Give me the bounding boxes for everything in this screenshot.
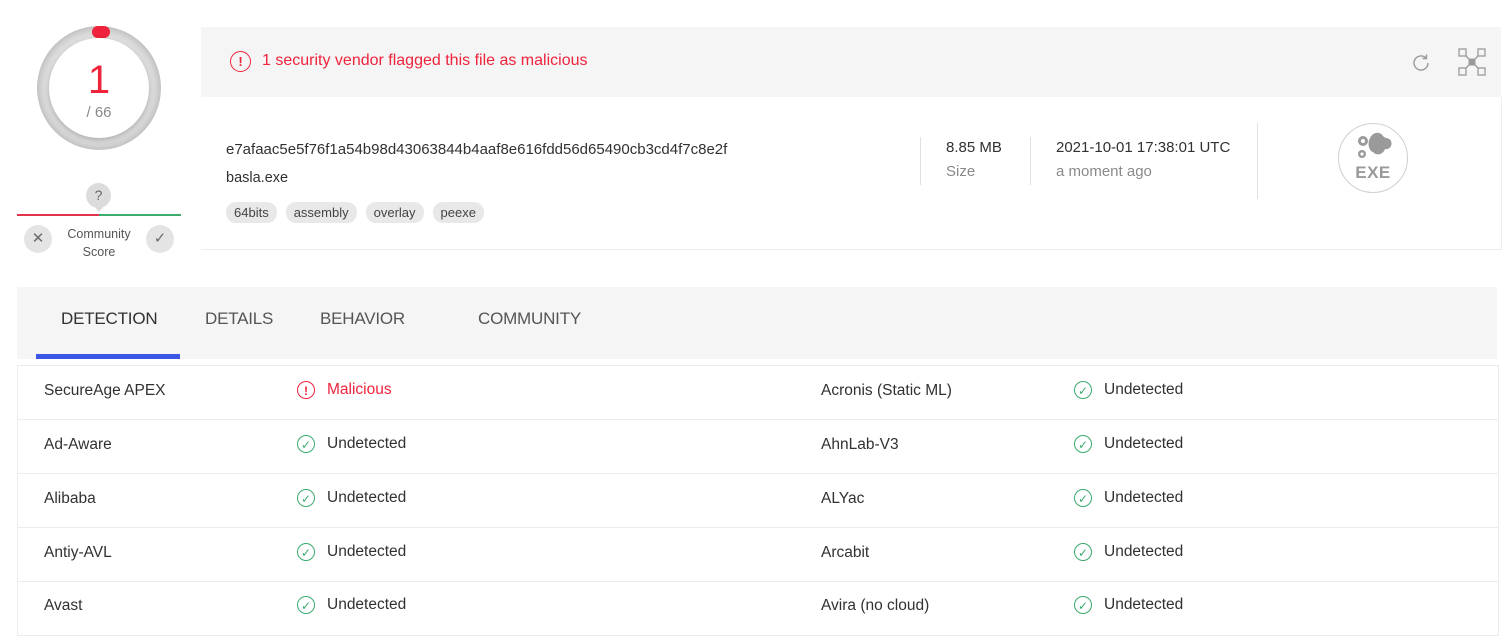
result-label: Undetected xyxy=(327,543,407,560)
result-label: Undetected xyxy=(1104,543,1184,560)
result-label: Malicious xyxy=(327,381,392,398)
file-size-label: Size xyxy=(946,163,976,180)
detection-result: ✓ Undetected xyxy=(297,435,406,453)
result-label: Undetected xyxy=(327,435,407,452)
detection-result: ✓ Undetected xyxy=(1074,435,1183,453)
gears-icon xyxy=(1358,132,1392,158)
check-circle-icon: ✓ xyxy=(297,596,315,614)
result-label: Undetected xyxy=(327,489,407,506)
detection-result: ! Malicious xyxy=(297,381,392,399)
detection-result: ✓ Undetected xyxy=(297,489,406,507)
file-info-card: e7afaac5e5f76f1a54b98d43063844b4aaf8e616… xyxy=(201,97,1502,250)
result-label: Undetected xyxy=(1104,435,1184,452)
check-circle-icon: ✓ xyxy=(1074,543,1092,561)
check-circle-icon: ✓ xyxy=(297,489,315,507)
active-tab-indicator xyxy=(36,354,180,359)
vote-malicious-button[interactable]: ✕ xyxy=(24,225,52,253)
file-type-badge: EXE xyxy=(1338,123,1408,193)
alert-circle-icon: ! xyxy=(297,381,315,399)
tab-community[interactable]: COMMUNITY xyxy=(478,309,581,329)
check-circle-icon: ✓ xyxy=(1074,489,1092,507)
divider xyxy=(1257,123,1258,199)
divider xyxy=(920,137,921,185)
check-circle-icon: ✓ xyxy=(297,543,315,561)
reload-icon[interactable] xyxy=(1408,50,1434,76)
vendor-name[interactable]: SecureAge APEX xyxy=(44,382,166,400)
vendor-name[interactable]: Arcabit xyxy=(821,544,869,562)
result-label: Undetected xyxy=(1104,381,1184,398)
vendor-name[interactable]: Antiy-AVL xyxy=(44,544,112,562)
vendor-name[interactable]: Acronis (Static ML) xyxy=(821,382,952,400)
vendor-name[interactable]: AhnLab-V3 xyxy=(821,436,899,454)
file-hash[interactable]: e7afaac5e5f76f1a54b98d43063844b4aaf8e616… xyxy=(226,141,727,158)
result-label: Undetected xyxy=(1104,489,1184,506)
result-label: Undetected xyxy=(1104,596,1184,613)
detection-score-gauge: 1 / 66 xyxy=(37,26,161,150)
community-score-help-icon[interactable]: ? xyxy=(86,183,111,208)
vendor-name[interactable]: Avira (no cloud) xyxy=(821,597,929,615)
file-name: basla.exe xyxy=(226,170,289,186)
gauge-indicator xyxy=(92,26,110,38)
graph-icon[interactable] xyxy=(1457,47,1487,77)
result-label: Undetected xyxy=(327,596,407,613)
table-row: Ad-Aware ✓ Undetected AhnLab-V3 ✓ Undete… xyxy=(18,420,1498,474)
table-row: SecureAge APEX ! Malicious Acronis (Stat… xyxy=(18,366,1498,420)
community-score-pointer xyxy=(94,206,104,212)
alert-banner: ! 1 security vendor flagged this file as… xyxy=(201,27,1501,97)
vendor-name[interactable]: Avast xyxy=(44,597,83,615)
detection-count: 1 xyxy=(87,58,111,102)
tab-detection[interactable]: DETECTION xyxy=(61,309,158,329)
engine-total: / 66 xyxy=(86,104,112,121)
vote-harmless-button[interactable]: ✓ xyxy=(146,225,174,253)
file-tag[interactable]: overlay xyxy=(365,202,424,223)
check-circle-icon: ✓ xyxy=(1074,596,1092,614)
detection-result: ✓ Undetected xyxy=(1074,596,1183,614)
file-size-value: 8.85 MB xyxy=(946,139,1002,156)
table-row: Antiy-AVL ✓ Undetected Arcabit ✓ Undetec… xyxy=(18,528,1498,582)
vendor-name[interactable]: Alibaba xyxy=(44,490,96,508)
alert-circle-icon: ! xyxy=(230,51,251,72)
detection-result: ✓ Undetected xyxy=(297,543,406,561)
detection-result: ✓ Undetected xyxy=(1074,489,1183,507)
detection-result: ✓ Undetected xyxy=(1074,543,1183,561)
table-row: Alibaba ✓ Undetected ALYac ✓ Undetected xyxy=(18,474,1498,528)
community-score-bar-harmless xyxy=(99,214,181,216)
community-score-label-line1: Community xyxy=(67,227,131,241)
file-tag[interactable]: assembly xyxy=(285,202,357,223)
detection-result: ✓ Undetected xyxy=(1074,381,1183,399)
tab-details[interactable]: DETAILS xyxy=(205,309,273,329)
file-type-label: EXE xyxy=(1355,163,1391,182)
check-circle-icon: ✓ xyxy=(297,435,315,453)
report-tabs: DETECTION DETAILS BEHAVIOR COMMUNITY xyxy=(17,287,1497,359)
table-row: Avast ✓ Undetected Avira (no cloud) ✓ Un… xyxy=(18,582,1498,636)
tab-behavior[interactable]: BEHAVIOR xyxy=(320,309,405,329)
check-circle-icon: ✓ xyxy=(1074,435,1092,453)
file-tag[interactable]: 64bits xyxy=(226,202,277,223)
community-score-label-line2: Score xyxy=(82,245,116,259)
community-score-label: Community Score xyxy=(60,225,138,261)
last-analysis-relative: a moment ago xyxy=(1056,163,1152,180)
vendor-name[interactable]: Ad-Aware xyxy=(44,436,112,454)
vendor-name[interactable]: ALYac xyxy=(821,490,864,508)
file-tag[interactable]: peexe xyxy=(432,202,484,223)
last-analysis-date: 2021-10-01 17:38:01 UTC xyxy=(1056,139,1231,156)
community-score-bar-malicious xyxy=(17,214,99,216)
check-circle-icon: ✓ xyxy=(1074,381,1092,399)
gauge-center: 1 / 66 xyxy=(49,38,149,138)
divider xyxy=(1030,137,1031,185)
detection-table: SecureAge APEX ! Malicious Acronis (Stat… xyxy=(17,365,1499,636)
file-tags: 64bits assembly overlay peexe xyxy=(226,202,484,223)
detection-result: ✓ Undetected xyxy=(297,596,406,614)
alert-text: 1 security vendor flagged this file as m… xyxy=(262,52,588,69)
